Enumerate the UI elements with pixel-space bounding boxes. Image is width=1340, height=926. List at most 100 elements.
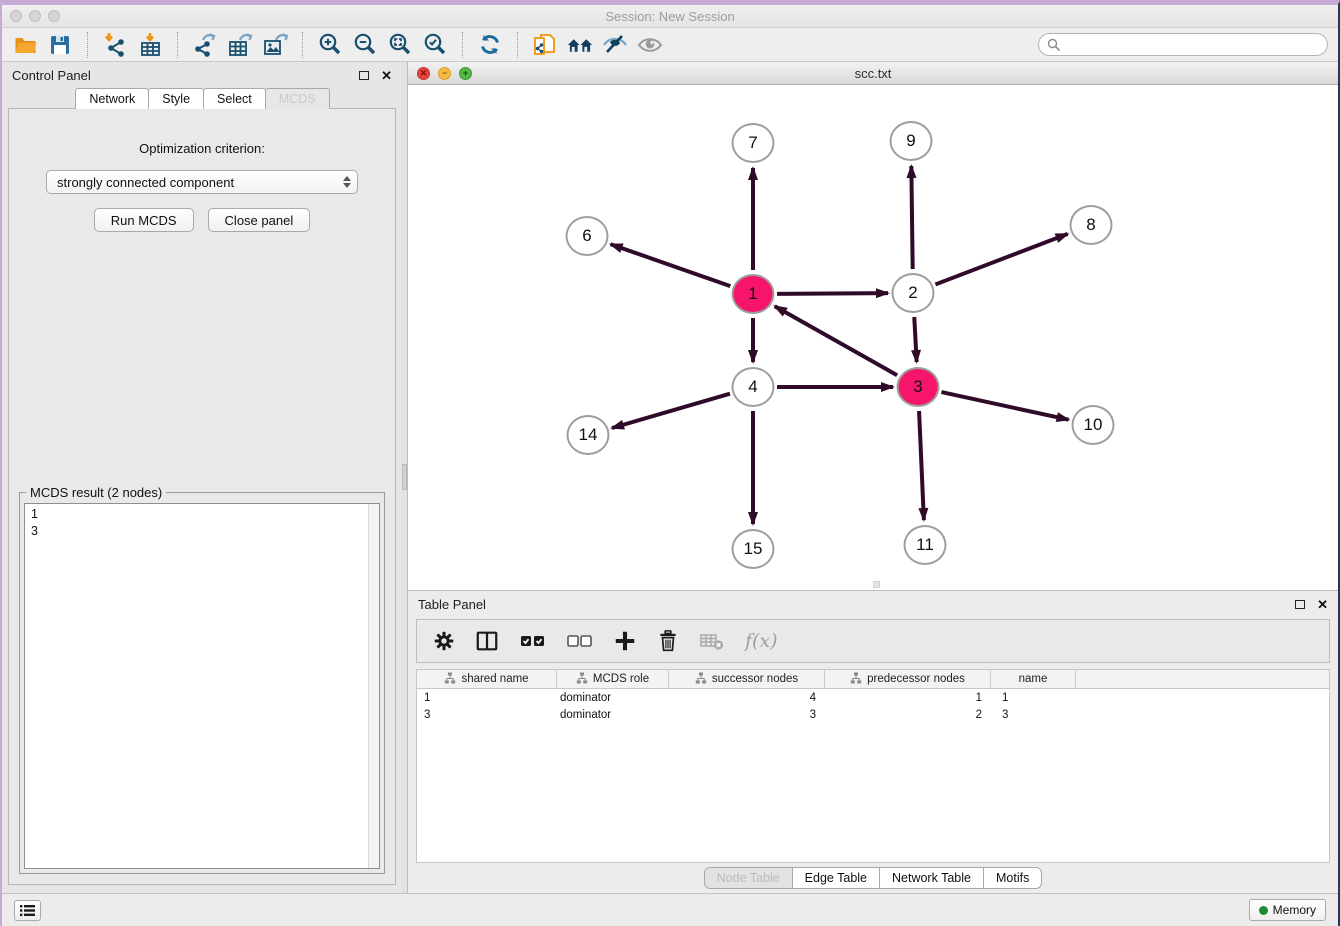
window-close-icon[interactable] [10,10,22,22]
zoom-out-icon[interactable] [352,32,378,58]
main-toolbar [2,28,1338,62]
open-session-icon[interactable] [12,32,38,58]
column-header-MCDS-role[interactable]: MCDS role [557,670,669,688]
control-panel: Control Panel ✕ NetworkStyleSelectMCDS O… [2,62,402,893]
close-panel-button[interactable]: Close panel [208,208,311,232]
table-row[interactable]: 3dominator323 [417,706,1329,723]
scrollbar[interactable] [368,504,379,868]
column-header-successor-nodes[interactable]: successor nodes [669,670,825,688]
control-panel-tabs: NetworkStyleSelectMCDS [2,88,402,109]
table-panel: Table Panel ✕ [407,590,1338,893]
graph-node-7[interactable]: 7 [732,123,775,163]
zoom-fit-icon[interactable] [387,32,413,58]
graph-node-1[interactable]: 1 [732,274,775,314]
window-titlebar: Session: New Session [2,5,1338,28]
table-row[interactable]: 1dominator411 [417,689,1329,706]
select-stepper-icon [343,176,351,188]
network-close-icon[interactable]: ✕ [417,67,430,80]
graph-node-3[interactable]: 3 [897,367,940,407]
style-preview-icon[interactable] [602,32,628,58]
criterion-select[interactable]: strongly connected component [46,170,358,194]
column-tree-icon [444,672,456,687]
column-header-name[interactable]: name [991,670,1076,688]
graph-edges [408,85,1338,590]
graph-node-11[interactable]: 11 [904,525,947,565]
graph-edge-1-2[interactable] [777,293,888,294]
graph-edge-4-14[interactable] [612,394,730,428]
refresh-icon[interactable] [477,32,503,58]
window-title: Session: New Session [2,9,1338,24]
graph-node-2[interactable]: 2 [892,273,935,313]
graph-edge-2-8[interactable] [935,234,1067,285]
graph-edge-2-9[interactable] [911,166,912,269]
network-zoom-icon[interactable]: + [459,67,472,80]
window-traffic-lights[interactable] [10,10,60,22]
run-mcds-button[interactable]: Run MCDS [94,208,194,232]
import-network-icon[interactable] [102,32,128,58]
graph-node-10[interactable]: 10 [1072,405,1115,445]
home-network-icon[interactable] [567,32,593,58]
graph-node-14[interactable]: 14 [567,415,610,455]
deselect-all-icon[interactable] [566,630,593,652]
search-box[interactable] [1038,33,1328,56]
split-panel-icon[interactable] [475,629,499,653]
tab-motifs[interactable]: Motifs [983,867,1042,889]
export-network-icon[interactable] [192,32,218,58]
graph-edge-3-10[interactable] [941,392,1068,420]
graph-node-15[interactable]: 15 [732,529,775,569]
memory-button[interactable]: Memory [1249,899,1326,921]
mcds-result-text[interactable]: 13 [24,503,380,869]
network-window-titlebar[interactable]: ✕ − + scc.txt [408,62,1338,85]
window-zoom-icon[interactable] [48,10,60,22]
float-panel-icon[interactable] [359,71,369,80]
panel-splitter[interactable] [402,62,407,893]
task-history-button[interactable] [14,900,41,921]
graph-node-4[interactable]: 4 [732,367,775,407]
tab-network-table[interactable]: Network Table [879,867,984,889]
close-table-panel-icon[interactable]: ✕ [1317,598,1328,611]
add-row-icon[interactable] [613,629,637,653]
mcds-result-line: 1 [31,506,379,523]
tab-edge-table[interactable]: Edge Table [792,867,880,889]
network-canvas[interactable]: 7 9 6 8 1 2 4 3 14 10 15 11 [408,85,1338,590]
settings-gear-icon[interactable] [433,630,455,652]
clone-network-icon[interactable] [532,32,558,58]
network-minimize-icon[interactable]: − [438,67,451,80]
search-input[interactable] [1066,38,1319,52]
tab-node-table[interactable]: Node Table [704,867,793,889]
float-table-panel-icon[interactable] [1295,600,1305,609]
tab-mcds[interactable]: MCDS [265,88,330,109]
graph-edge-2-3[interactable] [914,317,916,362]
tab-network[interactable]: Network [75,88,149,109]
table-toolbar: f(x) [416,619,1330,663]
canvas-resize-grip[interactable] [873,581,880,588]
memory-status-icon [1259,906,1268,915]
column-header-predecessor-nodes[interactable]: predecessor nodes [825,670,991,688]
mcds-result-line: 3 [31,523,379,540]
export-image-icon[interactable] [262,32,288,58]
delete-row-icon[interactable] [657,629,679,653]
optimization-criterion-label: Optimization criterion: [139,141,265,156]
show-graphics-details-icon[interactable] [637,32,663,58]
graph-node-8[interactable]: 8 [1070,205,1113,245]
graph-edge-1-6[interactable] [611,244,731,286]
toolbar-separator [462,32,463,58]
close-panel-icon[interactable]: ✕ [381,69,392,82]
select-all-icon[interactable] [519,630,546,652]
graph-edge-3-1[interactable] [775,306,897,375]
export-table-icon[interactable] [227,32,253,58]
save-session-icon[interactable] [47,32,73,58]
column-header-shared-name[interactable]: shared name [417,670,557,688]
toolbar-separator [517,32,518,58]
zoom-in-icon[interactable] [317,32,343,58]
tab-select[interactable]: Select [203,88,266,109]
window-minimize-icon[interactable] [29,10,41,22]
import-table-icon[interactable] [137,32,163,58]
tab-style[interactable]: Style [148,88,204,109]
graph-node-9[interactable]: 9 [890,121,933,161]
graph-node-6[interactable]: 6 [566,216,609,256]
table-panel-title: Table Panel [418,597,486,612]
graph-edge-3-11[interactable] [919,411,924,520]
zoom-selected-icon[interactable] [422,32,448,58]
status-bar: Memory [2,893,1338,926]
